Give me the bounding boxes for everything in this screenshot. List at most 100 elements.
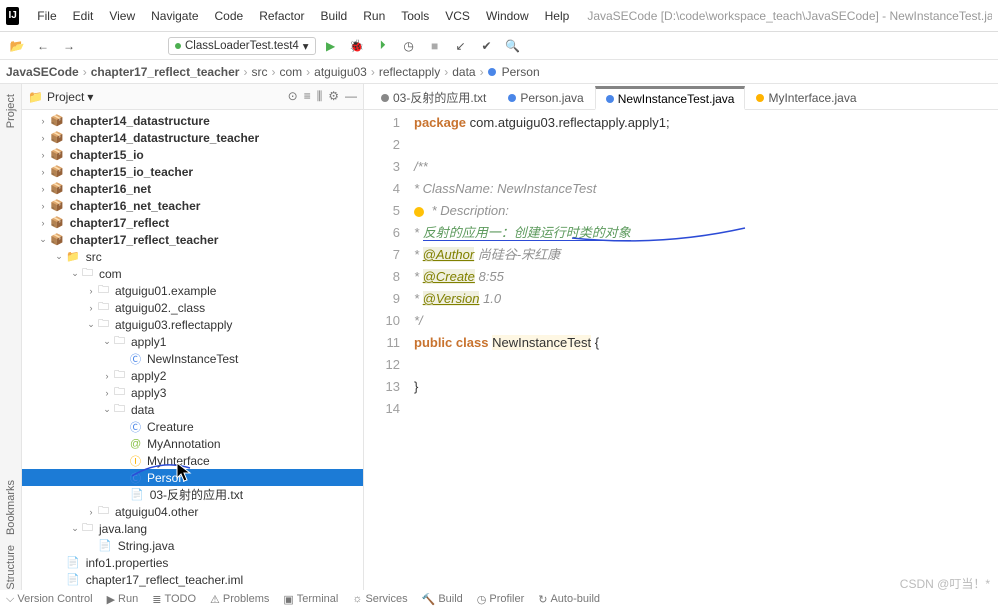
open-icon[interactable]: 📂 (6, 35, 28, 57)
caret-icon[interactable]: ⌄ (102, 336, 112, 347)
tree-item[interactable]: 📄chapter17_reflect_teacher.iml (22, 571, 363, 588)
caret-icon[interactable]: › (86, 303, 96, 313)
menu-build[interactable]: Build (313, 9, 356, 23)
profiler-icon[interactable]: ◷ (398, 35, 420, 57)
tree-item[interactable]: 📄String.java (22, 537, 363, 554)
status-problems[interactable]: ⚠ Problems (210, 593, 269, 606)
caret-icon[interactable]: › (38, 184, 48, 194)
status-services[interactable]: ☼ Services (352, 593, 407, 605)
coverage-icon[interactable]: ⏵ (372, 35, 394, 57)
tree-item[interactable]: ›📦chapter15_io_teacher (22, 163, 363, 180)
tree-item[interactable]: ›📦chapter15_io (22, 146, 363, 163)
tree-item[interactable]: ›🗀apply2 (22, 367, 363, 384)
run-icon[interactable]: ▶ (320, 35, 342, 57)
toolwin-project[interactable]: Project (5, 94, 17, 128)
vcs-commit-icon[interactable]: ✔ (476, 35, 498, 57)
collapse-all-icon[interactable]: ⫼ (317, 89, 323, 104)
caret-icon[interactable]: ⌄ (70, 523, 80, 534)
caret-icon[interactable]: › (86, 507, 96, 517)
caret-icon[interactable]: › (38, 201, 48, 211)
crumb-5[interactable]: reflectapply (379, 65, 440, 79)
code-content[interactable]: package com.atguigu03.reflectapply.apply… (414, 110, 670, 590)
stop-icon[interactable]: ■ (424, 35, 446, 57)
caret-icon[interactable]: › (38, 133, 48, 143)
tree-item[interactable]: ›📦chapter16_net (22, 180, 363, 197)
caret-icon[interactable]: › (38, 218, 48, 228)
tree-item[interactable]: ⌄🗀data (22, 401, 363, 418)
tree-item[interactable]: 📄03-反射的应用.txt (22, 486, 363, 503)
tree-item[interactable]: ⒸPerson (22, 469, 363, 486)
status-run[interactable]: ▶ Run (107, 593, 139, 606)
tree-item[interactable]: ⌄📁src (22, 248, 363, 265)
status-todo[interactable]: ≣ TODO (152, 593, 196, 606)
caret-icon[interactable]: › (38, 116, 48, 126)
status-vcs[interactable]: ⌵ Version Control (6, 593, 93, 606)
tree-item[interactable]: ›🗀atguigu04.other (22, 503, 363, 520)
expand-all-icon[interactable]: ≡ (304, 89, 311, 104)
crumb-2[interactable]: src (251, 65, 267, 79)
tree-item[interactable]: ›📦chapter14_datastructure (22, 112, 363, 129)
status-build[interactable]: 🔨 Build (422, 593, 463, 606)
status-terminal[interactable]: ▣ Terminal (283, 593, 338, 606)
caret-icon[interactable]: › (102, 371, 112, 381)
tree-item[interactable]: ›🗀atguigu02._class (22, 299, 363, 316)
tree-item[interactable]: ⒸNewInstanceTest (22, 350, 363, 367)
caret-icon[interactable]: ⌄ (70, 268, 80, 279)
tree-item[interactable]: ›📦chapter14_datastructure_teacher (22, 129, 363, 146)
tree-item[interactable]: ⌄🗀com (22, 265, 363, 282)
tree-item[interactable]: ›📦chapter17_reflect (22, 214, 363, 231)
crumb-last[interactable]: Person (502, 65, 540, 79)
crumb-1[interactable]: chapter17_reflect_teacher (91, 65, 240, 79)
menu-help[interactable]: Help (537, 9, 578, 23)
select-opened-icon[interactable]: ⊙ (288, 89, 298, 104)
toolwin-structure[interactable]: Structure (5, 545, 17, 590)
caret-icon[interactable]: › (86, 286, 96, 296)
tab-0[interactable]: 03-反射的应用.txt (370, 85, 497, 109)
tree-item[interactable]: ⌄🗀atguigu03.reflectapply (22, 316, 363, 333)
menu-view[interactable]: View (101, 9, 143, 23)
menu-window[interactable]: Window (478, 9, 537, 23)
caret-icon[interactable]: › (38, 167, 48, 177)
search-icon[interactable]: 🔍 (502, 35, 524, 57)
caret-icon[interactable]: ⌄ (54, 251, 64, 262)
status-autobuild[interactable]: ↻ Auto-build (538, 593, 600, 606)
status-profiler[interactable]: ◷ Profiler (477, 593, 524, 606)
caret-icon[interactable]: ⌄ (38, 234, 48, 245)
tree-item[interactable]: ⌄📦chapter17_reflect_teacher (22, 231, 363, 248)
toolwin-bookmarks[interactable]: Bookmarks (5, 480, 17, 535)
tree-item[interactable]: ⌄🗀java.lang (22, 520, 363, 537)
project-tree[interactable]: ›📦chapter14_datastructure›📦chapter14_dat… (22, 110, 363, 590)
menu-run[interactable]: Run (355, 9, 393, 23)
tree-item[interactable]: ⒾMyInterface (22, 452, 363, 469)
chevron-down-icon[interactable]: ▾ (87, 90, 93, 104)
back-icon[interactable]: ← (32, 35, 54, 57)
run-config-dropdown[interactable]: ClassLoaderTest.test4 ▾ (168, 37, 316, 55)
intention-bulb-icon[interactable] (414, 207, 424, 217)
tree-item[interactable]: ›🗀apply3 (22, 384, 363, 401)
vcs-update-icon[interactable]: ↙ (450, 35, 472, 57)
menu-refactor[interactable]: Refactor (251, 9, 312, 23)
crumb-0[interactable]: JavaSECode (6, 65, 79, 79)
crumb-6[interactable]: data (452, 65, 475, 79)
tree-item[interactable]: ⒸCreature (22, 418, 363, 435)
caret-icon[interactable]: ⌄ (102, 404, 112, 415)
hide-icon[interactable]: — (345, 89, 357, 104)
menu-file[interactable]: File (29, 9, 64, 23)
tree-item[interactable]: ›📦chapter16_net_teacher (22, 197, 363, 214)
menu-vcs[interactable]: VCS (437, 9, 478, 23)
tab-1[interactable]: Person.java (497, 85, 594, 109)
caret-icon[interactable]: › (102, 388, 112, 398)
tree-item[interactable]: ⌄🗀apply1 (22, 333, 363, 350)
menu-navigate[interactable]: Navigate (143, 9, 206, 23)
tree-item[interactable]: ›🗀atguigu01.example (22, 282, 363, 299)
forward-icon[interactable]: → (58, 35, 80, 57)
crumb-3[interactable]: com (279, 65, 302, 79)
menu-edit[interactable]: Edit (65, 9, 102, 23)
code-editor[interactable]: 1234567891011121314 package com.atguigu0… (364, 110, 998, 590)
menu-tools[interactable]: Tools (393, 9, 437, 23)
debug-icon[interactable]: 🐞 (346, 35, 368, 57)
menu-code[interactable]: Code (207, 9, 252, 23)
tab-3[interactable]: MyInterface.java (745, 85, 867, 109)
tree-item[interactable]: 📄info1.properties (22, 554, 363, 571)
caret-icon[interactable]: ⌄ (86, 319, 96, 330)
